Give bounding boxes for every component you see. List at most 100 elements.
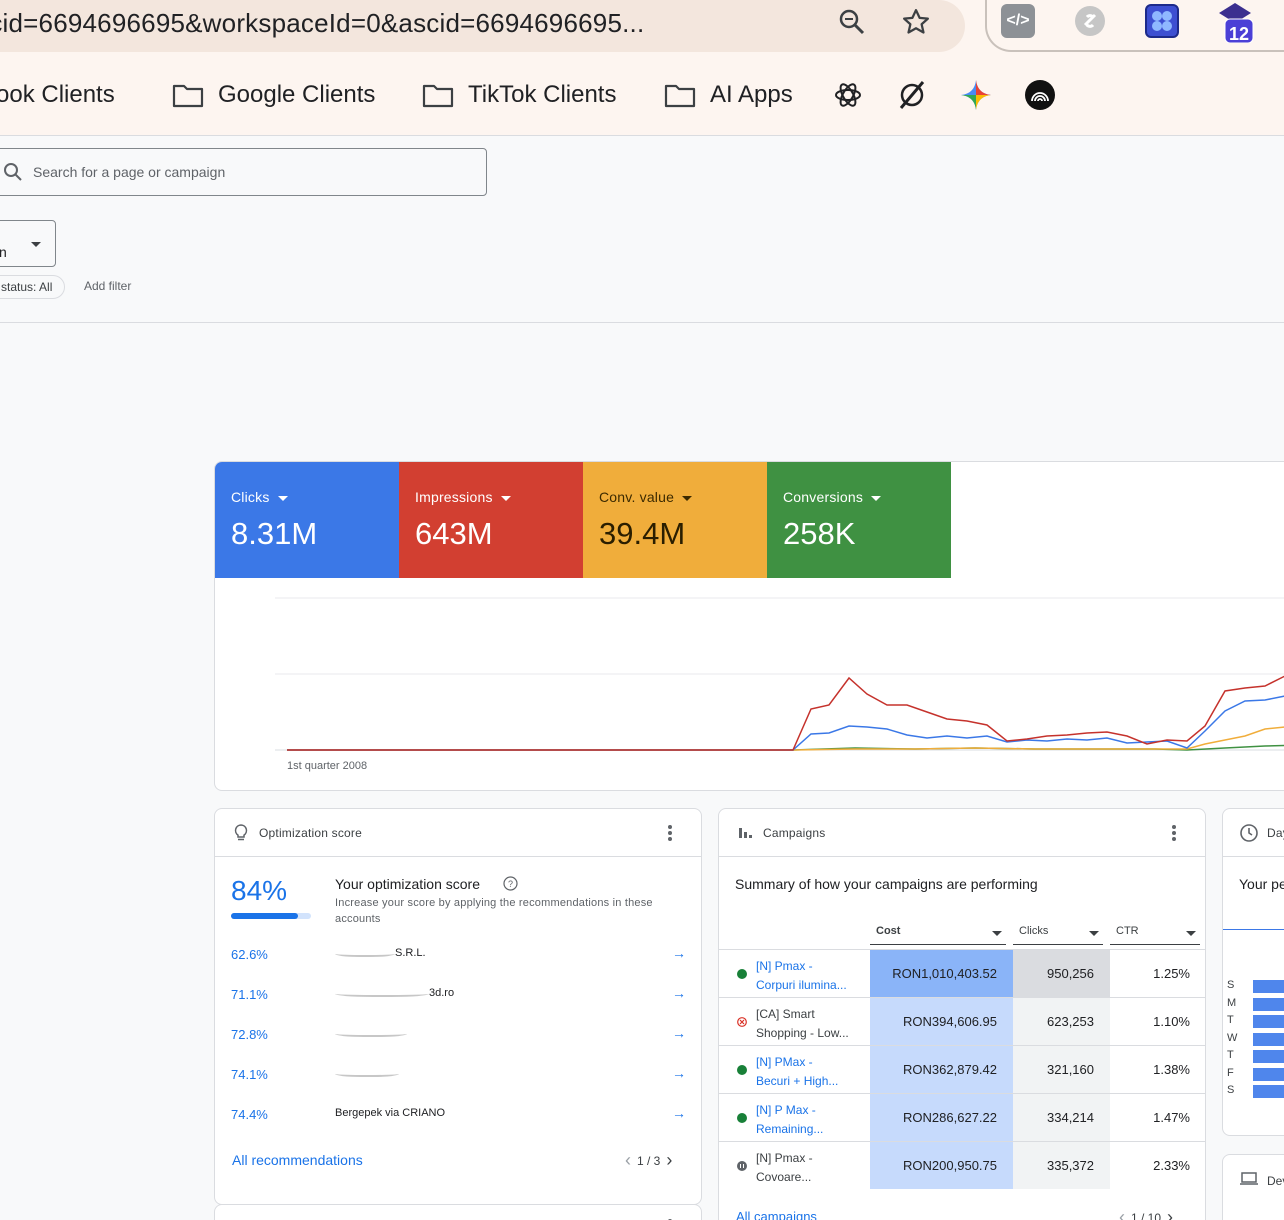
chevron-left-icon[interactable]: ‹ (1119, 1207, 1125, 1220)
campaign-name[interactable]: [N] Pmax - Covoare... (756, 1149, 866, 1187)
campaign-name[interactable]: [N] Pmax - Corpuri ilumina... (756, 957, 866, 995)
cost-cell: RON286,627.22 (870, 1094, 1013, 1141)
ctr-cell: 1.25% (1153, 966, 1190, 981)
clicks-cell: 335,372 (1013, 1142, 1110, 1189)
paused-status-icon (737, 1161, 747, 1171)
all-recommendations-link[interactable]: All recommendations (232, 1152, 363, 1168)
bookmark-ai-apps[interactable]: AI Apps (664, 78, 793, 112)
optimization-row[interactable]: 62.6% S.R.L. → (231, 945, 686, 967)
code-extension-icon[interactable]: </> (1001, 4, 1035, 38)
view-select-value: n (0, 244, 7, 260)
dropdown-caret-icon (682, 495, 693, 501)
enabled-status-icon (737, 1113, 747, 1123)
metric-conv-value[interactable]: Conv. value 39.4M (583, 462, 767, 578)
view-select[interactable]: n (0, 220, 56, 267)
chatgpt-icon[interactable] (831, 78, 865, 112)
sort-caret-icon (992, 931, 1002, 936)
bottom-card-left (214, 1204, 702, 1220)
bookmark-facebook-clients[interactable]: ook Clients (0, 78, 115, 112)
arrow-right-icon[interactable]: → (672, 985, 686, 1001)
clicks-cell: 623,253 (1013, 998, 1110, 1045)
wave-app-icon[interactable] (1023, 78, 1057, 112)
campaign-name[interactable]: [CA] Smart Shopping - Low... (756, 1005, 866, 1043)
series-impressions-line (287, 675, 1284, 751)
search-input[interactable] (33, 164, 453, 180)
cost-cell: RON362,879.42 (870, 1046, 1013, 1093)
chevron-left-icon[interactable]: ‹ (625, 1150, 631, 1171)
bar-chart-icon (739, 828, 752, 838)
column-header-ctr[interactable]: CTR (1110, 925, 1200, 945)
sort-caret-icon (1186, 931, 1196, 936)
day-card-underline (1223, 929, 1284, 930)
redacted-text (335, 989, 429, 998)
help-icon[interactable]: ? (503, 876, 518, 891)
enabled-status-icon (737, 1065, 747, 1075)
column-header-clicks[interactable]: Clicks (1013, 925, 1103, 945)
table-row[interactable]: [CA] Smart Shopping - Low... RON394,606.95… (719, 997, 1205, 1045)
metric-impressions[interactable]: Impressions 643M (399, 462, 583, 578)
table-row[interactable]: [N] PMax - Becuri + High... RON362,879.42 3… (719, 1045, 1205, 1093)
gemini-icon[interactable] (959, 78, 993, 112)
table-row[interactable]: [N] P Max - Remaining... RON286,627.22 334,… (719, 1093, 1205, 1141)
browser-toolbar: ?ocid=6694696695&workspaceId=0&ascid=669… (0, 0, 1284, 54)
dropdown-caret-icon (500, 495, 511, 501)
zoom-icon[interactable] (836, 6, 868, 38)
address-bar[interactable]: ?ocid=6694696695&workspaceId=0&ascid=669… (0, 0, 965, 52)
clock-icon (1240, 824, 1258, 842)
optimization-row[interactable]: 71.1% 3d.ro → (231, 985, 686, 1007)
link-extension-icon[interactable] (1073, 4, 1107, 38)
chevron-right-icon[interactable]: › (666, 1150, 672, 1171)
day-bar (1253, 1050, 1284, 1063)
arrow-right-icon[interactable]: → (672, 945, 686, 961)
enabled-status-icon (737, 969, 747, 979)
optimization-row[interactable]: 74.4% Bergepek via CRIANO → (231, 1105, 686, 1127)
more-options-icon[interactable] (1172, 825, 1176, 843)
cost-cell: RON1,010,403.52 (870, 950, 1013, 997)
extensions-area: </> 12 (985, 0, 1284, 52)
ctr-cell: 1.10% (1153, 1014, 1190, 1029)
day-bar (1253, 1015, 1284, 1028)
metric-value: 8.31M (231, 516, 318, 551)
redacted-text (335, 949, 395, 958)
add-filter-button[interactable]: Add filter (84, 279, 131, 293)
day-and-time-card: Day Your pe SMTWTFS (1222, 808, 1284, 1136)
grid-extension-icon[interactable] (1145, 4, 1179, 38)
table-row[interactable]: [N] Pmax - Covoare... RON200,950.75 335,372… (719, 1141, 1205, 1189)
column-header-cost[interactable]: Cost (870, 925, 1006, 945)
bookmark-google-clients[interactable]: Google Clients (172, 78, 375, 112)
more-options-icon[interactable] (668, 825, 672, 843)
status-filter-chip[interactable]: status: All (0, 275, 66, 299)
optimization-description: Increase your score by applying the reco… (335, 897, 653, 925)
day-bar (1253, 1067, 1284, 1081)
metric-value: 258K (783, 516, 856, 551)
redacted-text (335, 1029, 407, 1038)
url-text[interactable]: ?ocid=6694696695&workspaceId=0&ascid=669… (0, 8, 760, 39)
arrow-right-icon[interactable]: → (672, 1025, 686, 1041)
ctr-cell: 1.38% (1153, 1062, 1190, 1077)
day-label: F (1227, 1066, 1234, 1079)
day-label: T (1227, 1049, 1234, 1061)
bookmark-tiktok-clients[interactable]: TikTok Clients (422, 78, 616, 112)
optimization-row[interactable]: 72.8% → (231, 1025, 686, 1047)
card-title: Campaigns (763, 826, 826, 840)
search-box[interactable] (0, 148, 487, 196)
optimization-heading: Your optimization score (335, 876, 481, 892)
all-campaigns-link[interactable]: All campaigns (736, 1209, 817, 1220)
metric-conversions[interactable]: Conversions 258K (767, 462, 951, 578)
arrow-right-icon[interactable]: → (672, 1105, 686, 1121)
arrow-right-icon[interactable]: → (672, 1065, 686, 1081)
card-title: Optimization score (259, 826, 362, 840)
graduation-extension-icon[interactable]: 12 (1215, 3, 1255, 44)
campaigns-card: Campaigns Summary of how your campaigns … (718, 808, 1206, 1220)
removed-status-icon (737, 1017, 747, 1027)
bookmark-star-icon[interactable] (900, 6, 932, 38)
campaign-name[interactable]: [N] P Max - Remaining... (756, 1101, 866, 1139)
optimization-row[interactable]: 74.1% → (231, 1065, 686, 1087)
clicks-cell: 321,160 (1013, 1046, 1110, 1093)
metric-value: 643M (415, 516, 493, 551)
table-row[interactable]: [N] Pmax - Corpuri ilumina... RON1,010,403… (719, 949, 1205, 997)
metric-clicks[interactable]: Clicks 8.31M (215, 462, 399, 578)
chevron-right-icon[interactable]: › (1167, 1207, 1173, 1220)
campaign-name[interactable]: [N] PMax - Becuri + High... (756, 1053, 866, 1091)
perplexity-icon[interactable] (895, 78, 929, 112)
